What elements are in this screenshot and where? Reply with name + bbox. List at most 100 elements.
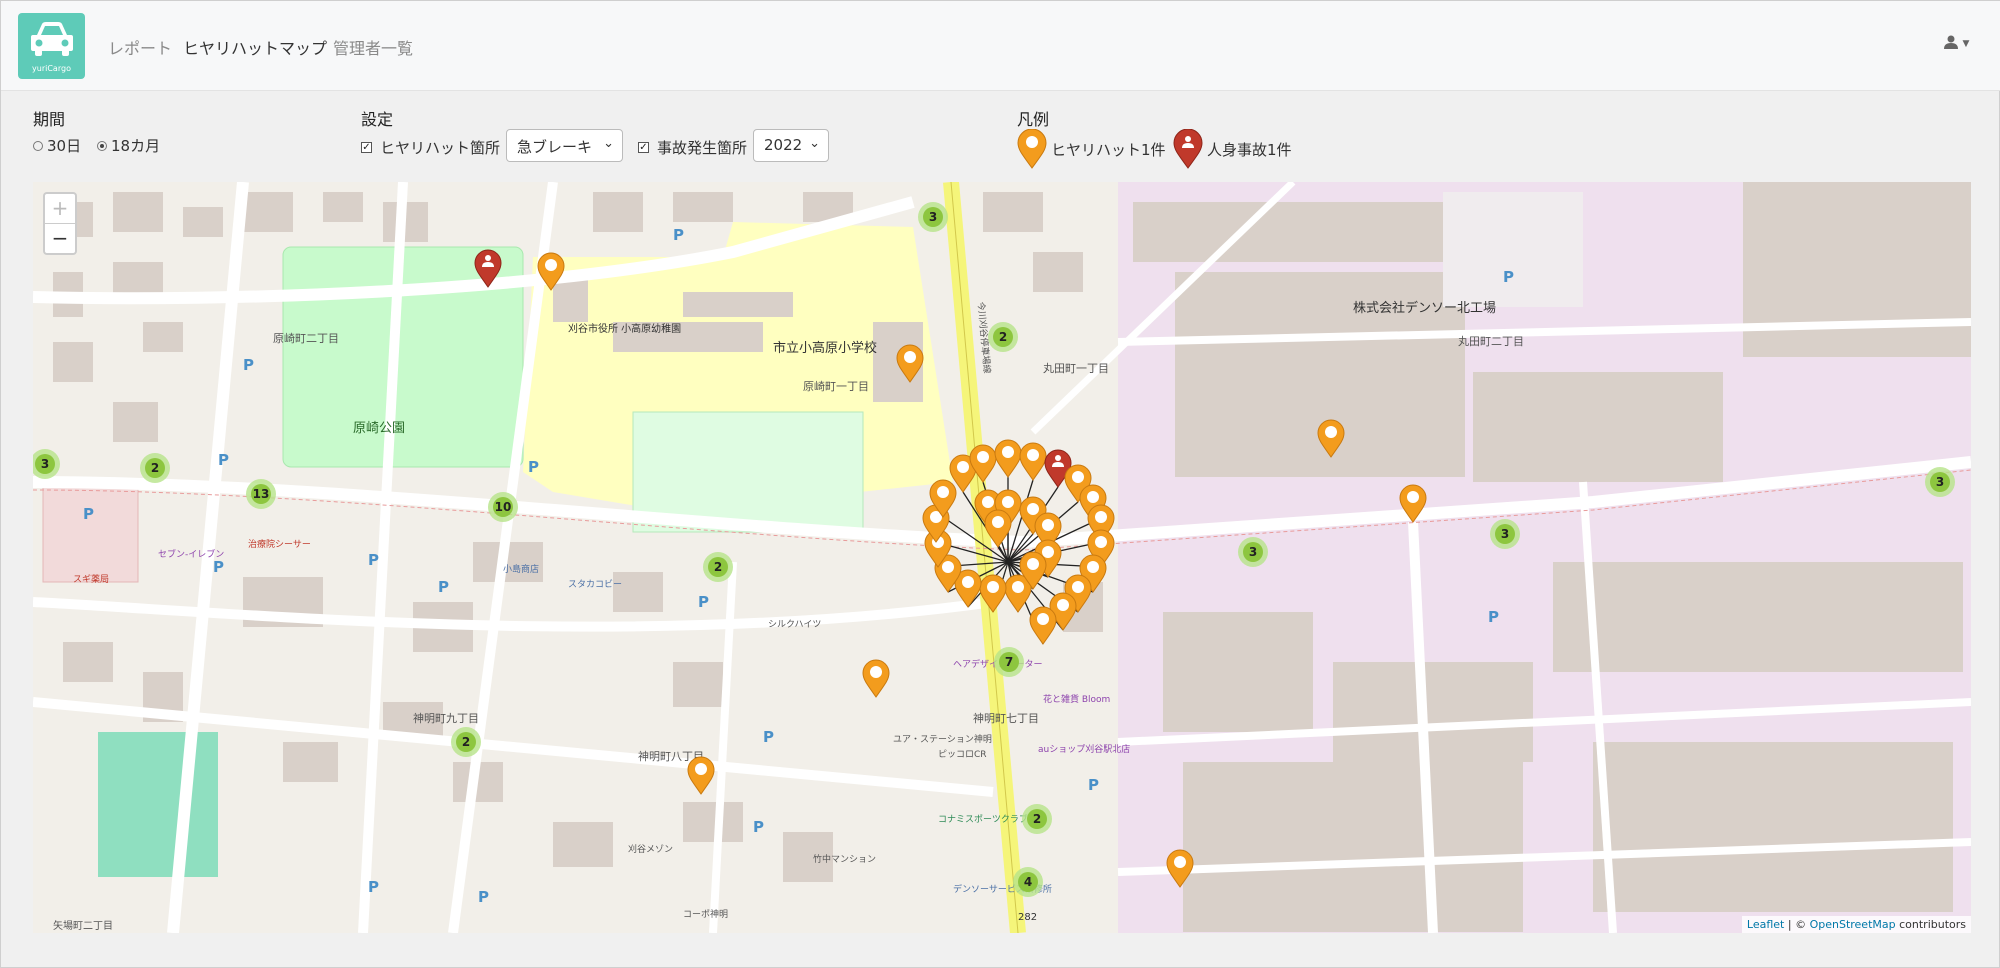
nearmiss-marker[interactable]: [1019, 442, 1047, 481]
period-30d-label: 30日: [47, 137, 82, 155]
nearmiss-checkbox[interactable]: ✓: [361, 142, 372, 153]
parking-icon: P: [213, 558, 224, 576]
parking-area: [1443, 192, 1583, 307]
label-route-282: 282: [1018, 912, 1037, 923]
nearmiss-label: ヒヤリハット箇所: [380, 139, 501, 157]
cluster-count: 2: [151, 461, 159, 475]
cluster-marker[interactable]: 3: [33, 449, 60, 479]
cluster-marker[interactable]: 4: [1013, 867, 1043, 897]
accident-year-select[interactable]: 2022 ⌄: [753, 129, 829, 162]
building: [1593, 742, 1953, 912]
nearmiss-type-value: 急ブレーキ: [517, 138, 593, 156]
cluster-marker[interactable]: 2: [988, 322, 1018, 352]
label-silk-heights: シルクハイツ: [768, 619, 821, 630]
cluster-count: 7: [1005, 655, 1013, 669]
map-attribution: Leaflet | © OpenStreetMap contributors: [1741, 916, 1971, 933]
label-kindergarten: 刈谷市役所 小高原幼稚園: [568, 322, 681, 335]
cluster-count: 3: [1249, 545, 1257, 559]
zoom-in-button[interactable]: +: [45, 194, 75, 224]
nearmiss-toggle[interactable]: ✓ ヒヤリハット箇所: [361, 137, 500, 158]
attribution-suffix: contributors: [1895, 918, 1966, 931]
chevron-down-icon: ⌄: [603, 136, 614, 151]
label-takenaka: 竹中マンション: [813, 853, 876, 865]
osm-link[interactable]: OpenStreetMap: [1810, 918, 1896, 931]
cluster-marker[interactable]: 7: [994, 647, 1024, 677]
map-container[interactable]: 原崎町二丁目 原崎公園 刈谷市役所 小高原幼稚園 市立小高原小学校 原崎町一丁目…: [33, 182, 1971, 933]
label-corpo-shinmei: コーポ神明: [683, 908, 728, 920]
nearmiss-marker[interactable]: [687, 756, 715, 795]
legend-nearmiss: ヒヤリハット1件: [1017, 129, 1166, 169]
label-kojima-shop: 小島商店: [503, 563, 539, 575]
parking-icon: P: [1503, 268, 1514, 286]
cluster-count: 2: [999, 330, 1007, 344]
nav-admin-list[interactable]: 管理者一覧: [333, 35, 413, 59]
cluster-marker[interactable]: 3: [918, 202, 948, 232]
cluster-count: 2: [714, 560, 722, 574]
legend-injury: 人身事故1件: [1173, 129, 1292, 169]
parking-icon: P: [1488, 608, 1499, 626]
nearmiss-marker[interactable]: [1029, 606, 1057, 645]
accident-label: 事故発生箇所: [657, 139, 748, 157]
label-shinmei-9: 神明町九丁目: [413, 711, 479, 725]
cluster-count: 3: [929, 210, 937, 224]
parking-icon: P: [368, 551, 379, 569]
caret-down-icon: ▼: [1962, 39, 1970, 49]
cluster-marker[interactable]: 2: [703, 552, 733, 582]
cluster-marker[interactable]: 3: [1925, 467, 1955, 497]
user-menu[interactable]: ▼: [1944, 35, 1969, 53]
radio-30d[interactable]: [33, 140, 43, 151]
parking-icon: P: [218, 451, 229, 469]
cluster-count: 3: [1501, 527, 1509, 541]
map-canvas[interactable]: 原崎町二丁目 原崎公園 刈谷市役所 小高原幼稚園 市立小高原小学校 原崎町一丁目…: [33, 182, 1971, 933]
parking-icon: P: [83, 505, 94, 523]
chevron-down-icon: ⌄: [809, 136, 820, 151]
cluster-marker[interactable]: 2: [1022, 804, 1052, 834]
navbar: yuriCargo レポート ヒヤリハットマップ 管理者一覧 ▼: [1, 1, 2000, 91]
leaflet-link[interactable]: Leaflet: [1747, 918, 1784, 931]
cluster-marker[interactable]: 10: [488, 492, 518, 522]
label-bloom: 花と雑貨 Bloom: [1043, 693, 1110, 705]
app-logo[interactable]: yuriCargo: [18, 13, 85, 79]
label-harasaki-1: 原崎町一丁目: [803, 379, 869, 393]
cluster-count: 13: [253, 487, 270, 501]
building: [1553, 562, 1963, 672]
label-sutakako: スタカコビー: [568, 579, 622, 590]
factory-building: [1133, 202, 1473, 262]
nearmiss-marker-icon: [1017, 129, 1047, 169]
legend-nearmiss-label: ヒヤリハット1件: [1051, 140, 1166, 159]
nearmiss-marker[interactable]: [994, 439, 1022, 478]
zoom-out-button[interactable]: −: [45, 224, 75, 253]
label-kariya-maison: 刈谷メゾン: [628, 843, 673, 855]
parking-icon: P: [698, 593, 709, 611]
sports-field: [98, 732, 218, 877]
legend-injury-label: 人身事故1件: [1207, 140, 1292, 159]
accident-year-value: 2022: [764, 136, 803, 154]
nearmiss-type-select[interactable]: 急ブレーキ ⌄: [506, 129, 623, 162]
parking-icon: P: [368, 878, 379, 896]
building: [1743, 182, 1971, 357]
cluster-count: 10: [495, 500, 512, 514]
period-30d-option[interactable]: 30日: [33, 135, 81, 156]
car-icon: [31, 22, 73, 56]
cluster-count: 2: [1033, 812, 1041, 826]
radio-18m[interactable]: [97, 140, 107, 151]
cluster-marker[interactable]: 13: [246, 479, 276, 509]
period-18m-label: 18カ月: [111, 137, 161, 155]
building-lot: [42, 486, 139, 583]
label-maruta-1: 丸田町一丁目: [1043, 362, 1109, 375]
parking-icon: P: [528, 458, 539, 476]
accident-toggle[interactable]: ✓ 事故発生箇所: [638, 137, 747, 158]
label-denso-factory: 株式会社デンソー北工場: [1353, 300, 1496, 316]
label-au-shop: auショップ刈谷駅北店: [1038, 743, 1130, 755]
nav-report[interactable]: レポート: [108, 35, 172, 59]
period-18m-option[interactable]: 18カ月: [97, 135, 160, 156]
parking-icon: P: [1088, 776, 1099, 794]
lot: [733, 562, 913, 732]
cluster-marker[interactable]: 2: [451, 727, 481, 757]
nav-nearmiss-map[interactable]: ヒヤリハットマップ: [183, 35, 327, 59]
accident-checkbox[interactable]: ✓: [638, 142, 649, 153]
cluster-marker[interactable]: 2: [140, 453, 170, 483]
cluster-marker[interactable]: 3: [1238, 537, 1268, 567]
cluster-marker[interactable]: 3: [1490, 519, 1520, 549]
cluster-count: 3: [41, 457, 49, 471]
